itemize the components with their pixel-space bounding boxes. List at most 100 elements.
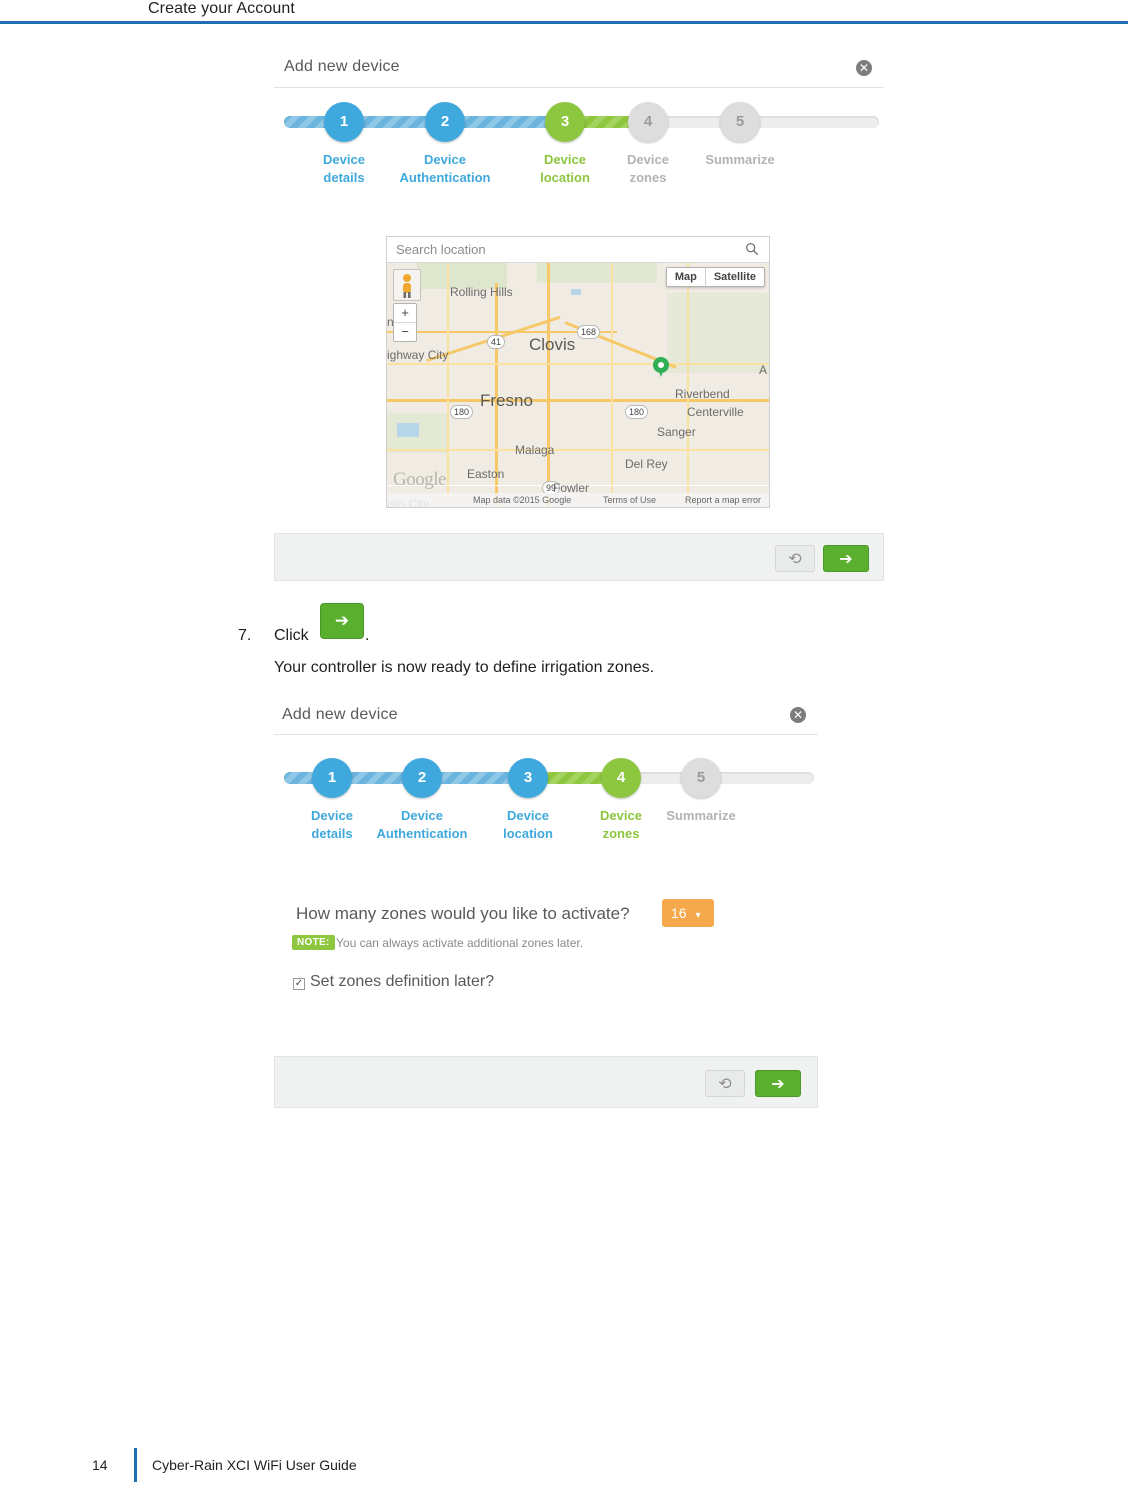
map-place-label: Del Rey (625, 457, 668, 471)
route-shield: 41 (487, 335, 506, 349)
add-new-device-dialog-zones: Add new device ✕ 1 2 3 4 5 Device detail… (274, 694, 818, 1112)
arrow-left-circle-icon: ⟲ (718, 1074, 732, 1093)
close-icon[interactable]: ✕ (790, 707, 806, 723)
dialog-action-bar: ⟲ ➔ (274, 1056, 818, 1108)
step-click-word: Click (274, 627, 309, 644)
page-header-title: Create your Account (148, 0, 295, 17)
wizard-stepper: 1 2 3 4 5 Device details Device Authenti… (284, 758, 814, 848)
route-shield: 180 (450, 405, 474, 419)
header-divider (0, 21, 1128, 24)
step-label-2-line2: Authentication (399, 170, 491, 185)
map-green-area (537, 263, 657, 283)
zones-count-dropdown[interactable]: 16 ▾ (662, 899, 714, 927)
inline-next-button[interactable]: ➔ (320, 603, 364, 639)
chevron-down-icon: ▾ (695, 910, 701, 921)
set-zones-later-checkbox[interactable]: ✓ (293, 978, 305, 990)
map-road (687, 263, 689, 507)
arrow-left-circle-icon: ⟲ (788, 549, 802, 568)
dialog-action-bar: ⟲ ➔ (274, 533, 884, 581)
note-text: You can always activate additional zones… (336, 936, 584, 950)
step-label-1-line2: details (323, 170, 365, 185)
map-place-label: Centerville (687, 405, 744, 419)
arrow-right-circle-icon: ➔ (839, 549, 853, 568)
dialog-header-divider (274, 87, 884, 88)
step-label-2-line1: Device (424, 152, 466, 167)
dialog-header-divider (274, 734, 818, 735)
note-badge: NOTE: (292, 935, 335, 950)
set-zones-later-label: Set zones definition later? (310, 973, 495, 990)
footer-guide-title: Cyber-Rain XCI WiFi User Guide (152, 1457, 357, 1473)
wizard-stepper: 1 2 3 4 5 Device details Device Authenti… (284, 102, 884, 192)
map-terms-link[interactable]: Terms of Use (603, 495, 656, 505)
route-shield: 180 (625, 405, 649, 419)
arrow-right-circle-icon: ➔ (334, 611, 350, 630)
map-place-label: ighway City (387, 348, 449, 362)
step-node-5[interactable]: 5 (681, 758, 721, 798)
step-label-5-line1: Summarize (705, 152, 775, 167)
map-type-toggle[interactable]: Map Satellite (665, 267, 765, 287)
step-node-5[interactable]: 5 (720, 102, 760, 142)
map-report-link[interactable]: Report a map error (685, 495, 761, 505)
map-search-bar[interactable]: Search location (387, 237, 769, 263)
google-wordmark: Google (393, 469, 446, 490)
map-green-area (667, 293, 769, 373)
zones-count-value: 16 (671, 905, 687, 921)
map-attribution: Map data ©2015 Google (473, 495, 572, 505)
map-place-label: Sanger (657, 425, 696, 439)
map-water (571, 289, 581, 295)
step-node-4[interactable]: 4 (628, 102, 668, 142)
step-node-3[interactable]: 3 (508, 758, 548, 798)
zones-question-label: How many zones would you like to activat… (296, 904, 630, 923)
map-place-label: Rolling Hills (450, 285, 513, 299)
map-place-label: Riverbend (675, 387, 730, 401)
zoom-out-button[interactable]: − (394, 323, 416, 341)
back-button[interactable]: ⟲ (775, 545, 815, 572)
arrow-right-circle-icon: ➔ (771, 1074, 785, 1093)
map-pin-icon[interactable] (653, 357, 669, 377)
map-road (387, 449, 769, 451)
map-place-label: Malaga (515, 443, 555, 457)
map-type-map[interactable]: Map (666, 268, 706, 286)
zoom-in-button[interactable]: + (394, 304, 416, 323)
search-icon[interactable] (745, 242, 759, 256)
step-node-2[interactable]: 2 (402, 758, 442, 798)
step-sentence: Your controller is now ready to define i… (274, 659, 655, 676)
route-shield: 168 (577, 325, 601, 339)
step-period: . (365, 627, 370, 644)
search-input[interactable]: Search location (396, 242, 486, 257)
step-label-1-line1: Device (323, 152, 365, 167)
map-place-label: Fresno (480, 391, 533, 410)
location-map[interactable]: Search location 41 168 180 180 99 Rollin… (386, 236, 770, 508)
page-header: Create your Account (0, 0, 1128, 24)
street-view-pegman-icon[interactable] (393, 269, 421, 301)
map-road (387, 363, 769, 365)
footer-divider (134, 1448, 137, 1482)
step-label-2-line1: Device (401, 808, 443, 823)
next-button[interactable]: ➔ (755, 1070, 801, 1097)
map-zoom-control[interactable]: + − (393, 303, 417, 342)
map-canvas[interactable]: 41 168 180 180 99 Rolling Hills nd ighwa… (387, 263, 769, 507)
step-label-4-line2: zones (602, 826, 640, 841)
page-number: 14 (92, 1457, 108, 1473)
close-icon[interactable]: ✕ (856, 60, 872, 76)
step-node-2[interactable]: 2 (425, 102, 465, 142)
step-node-1[interactable]: 1 (312, 758, 352, 798)
step-node-1[interactable]: 1 (324, 102, 364, 142)
step-label-4-line2: zones (629, 170, 667, 185)
map-road (447, 263, 449, 507)
next-button[interactable]: ➔ (823, 545, 869, 572)
step-node-3[interactable]: 3 (545, 102, 585, 142)
map-place-label: Easton (467, 467, 505, 481)
map-road (611, 263, 613, 507)
step-label-2-line2: Authentication (376, 826, 468, 841)
step-node-4[interactable]: 4 (601, 758, 641, 798)
map-place-label: Clovis (529, 335, 576, 354)
dialog-title: Add new device (284, 58, 400, 75)
back-button[interactable]: ⟲ (705, 1070, 745, 1097)
map-place-label: A (759, 363, 768, 377)
map-attribution-bar: Map data ©2015 Google Terms of Use Repor… (387, 493, 769, 507)
map-type-satellite[interactable]: Satellite (706, 268, 764, 286)
step-label-5-line1: Summarize (666, 808, 736, 823)
map-road (547, 263, 550, 507)
dialog-title: Add new device (282, 706, 398, 723)
